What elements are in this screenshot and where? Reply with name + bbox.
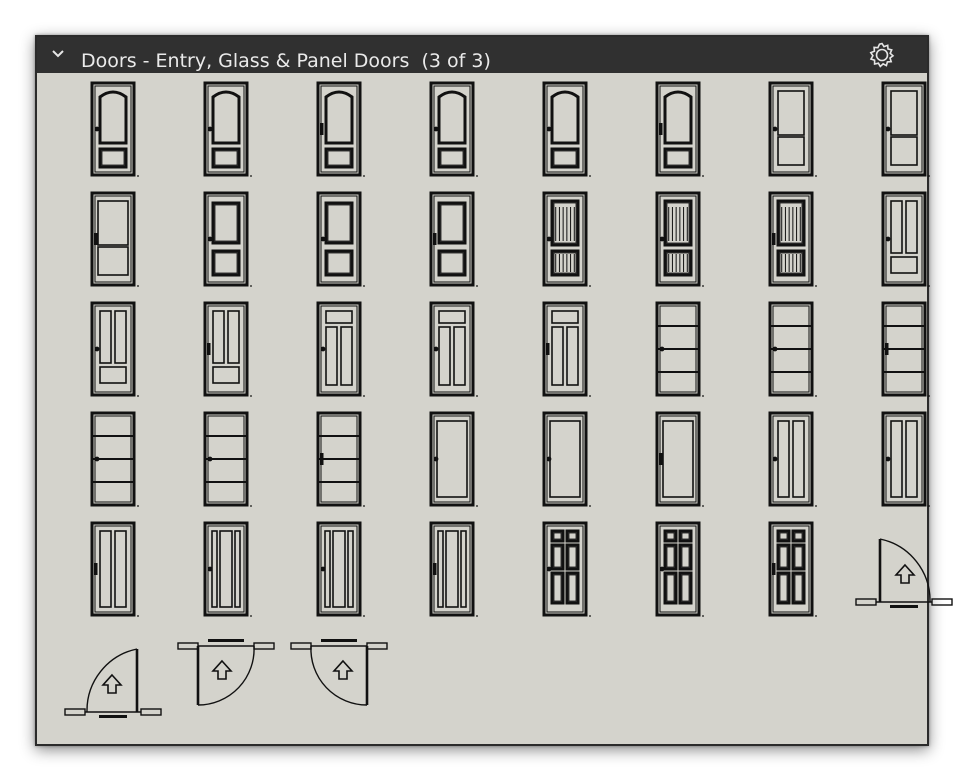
door-six-panel-icon [655,521,704,617]
door-thumbnail[interactable] [622,299,734,409]
door-two-panel-plain-icon [881,81,930,177]
door-swing-left-icon [855,538,953,608]
door-thumbnail[interactable] [735,79,847,189]
door-thumbnail[interactable] [170,189,282,299]
door-reeded-icon [655,191,704,287]
door-thumbnail[interactable] [396,519,508,629]
door-thumbnail-grid [37,73,953,744]
door-swing-right-icon [64,648,162,718]
door-thumbnail[interactable] [622,79,734,189]
door-square-glass-icon [90,191,139,287]
door-two-tall-bottom-icon [90,301,139,397]
panel-title: Doors - Entry, Glass & Panel Doors (3 of… [81,50,491,72]
door-thumbnail[interactable] [283,299,395,409]
door-horizontal-rails-icon [655,301,704,397]
door-three-vertical-icon [203,521,252,617]
door-full-glass-icon [542,411,591,507]
door-thumbnail[interactable] [283,189,395,299]
door-thumbnail[interactable] [622,519,734,629]
door-thumbnail[interactable] [848,299,960,409]
door-horizontal-rails-icon [881,301,930,397]
door-top-transom-icon [542,301,591,397]
chevron-down-icon[interactable] [47,43,69,65]
door-thumbnail[interactable] [170,409,282,519]
door-top-transom-icon [429,301,478,397]
door-arched-icon [542,81,591,177]
door-thumbnail[interactable] [170,299,282,409]
door-full-glass-icon [429,411,478,507]
door-horizontal-rails-icon [316,411,365,507]
door-swing-reverse-left-icon [177,639,275,706]
door-six-panel-icon [542,521,591,617]
door-swing-reverse-right-icon [290,639,388,706]
door-arched-icon [90,81,139,177]
door-arched-icon [429,81,478,177]
door-reeded-icon [542,191,591,287]
door-thumbnail[interactable] [735,519,847,629]
door-thumbnail[interactable] [509,299,621,409]
door-two-tall-bottom-icon [881,191,930,287]
door-full-glass-icon [655,411,704,507]
door-square-glass-panel-icon [316,191,365,287]
door-thumbnail[interactable] [735,189,847,299]
door-thumbnail[interactable] [57,629,169,739]
door-thumbnail[interactable] [509,519,621,629]
door-thumbnail[interactable] [735,299,847,409]
door-thumbnail[interactable] [57,79,169,189]
door-thumbnail[interactable] [396,189,508,299]
door-thumbnail[interactable] [57,189,169,299]
door-reeded-icon [768,191,817,287]
door-thumbnail[interactable] [57,519,169,629]
door-arched-icon [203,81,252,177]
door-thumbnail[interactable] [396,299,508,409]
door-two-tall-bottom-icon [203,301,252,397]
door-thumbnail[interactable] [396,409,508,519]
door-three-vertical-icon [316,521,365,617]
panel-title-bar[interactable]: Doors - Entry, Glass & Panel Doors (3 of… [37,37,927,73]
door-thumbnail[interactable] [848,409,960,519]
door-thumbnail[interactable] [57,299,169,409]
door-arched-icon [655,81,704,177]
door-three-vertical-icon [429,521,478,617]
door-two-panel-plain-icon [768,81,817,177]
gear-icon[interactable] [867,40,897,70]
door-top-transom-icon [316,301,365,397]
door-thumbnail[interactable] [170,79,282,189]
door-square-glass-panel-icon [203,191,252,287]
door-two-tall-icon [881,411,930,507]
door-thumbnail[interactable] [848,189,960,299]
door-horizontal-rails-icon [203,411,252,507]
door-two-tall-icon [768,411,817,507]
door-thumbnail[interactable] [848,519,960,629]
door-thumbnail[interactable] [622,189,734,299]
door-thumbnail[interactable] [170,629,282,739]
door-six-panel-icon [768,521,817,617]
door-thumbnail[interactable] [509,79,621,189]
door-thumbnail[interactable] [509,189,621,299]
door-thumbnail[interactable] [848,79,960,189]
door-thumbnail[interactable] [283,629,395,739]
door-thumbnail[interactable] [57,409,169,519]
door-horizontal-rails-icon [90,411,139,507]
doors-library-panel: Doors - Entry, Glass & Panel Doors (3 of… [35,35,953,746]
door-thumbnail[interactable] [283,409,395,519]
door-square-glass-panel-icon [429,191,478,287]
door-thumbnail[interactable] [396,79,508,189]
door-thumbnail[interactable] [283,519,395,629]
door-thumbnail[interactable] [509,409,621,519]
door-thumbnail[interactable] [622,409,734,519]
door-thumbnail[interactable] [283,79,395,189]
door-horizontal-rails-icon [768,301,817,397]
door-two-tall-icon [90,521,139,617]
door-thumbnail[interactable] [170,519,282,629]
door-arched-icon [316,81,365,177]
door-thumbnail[interactable] [735,409,847,519]
